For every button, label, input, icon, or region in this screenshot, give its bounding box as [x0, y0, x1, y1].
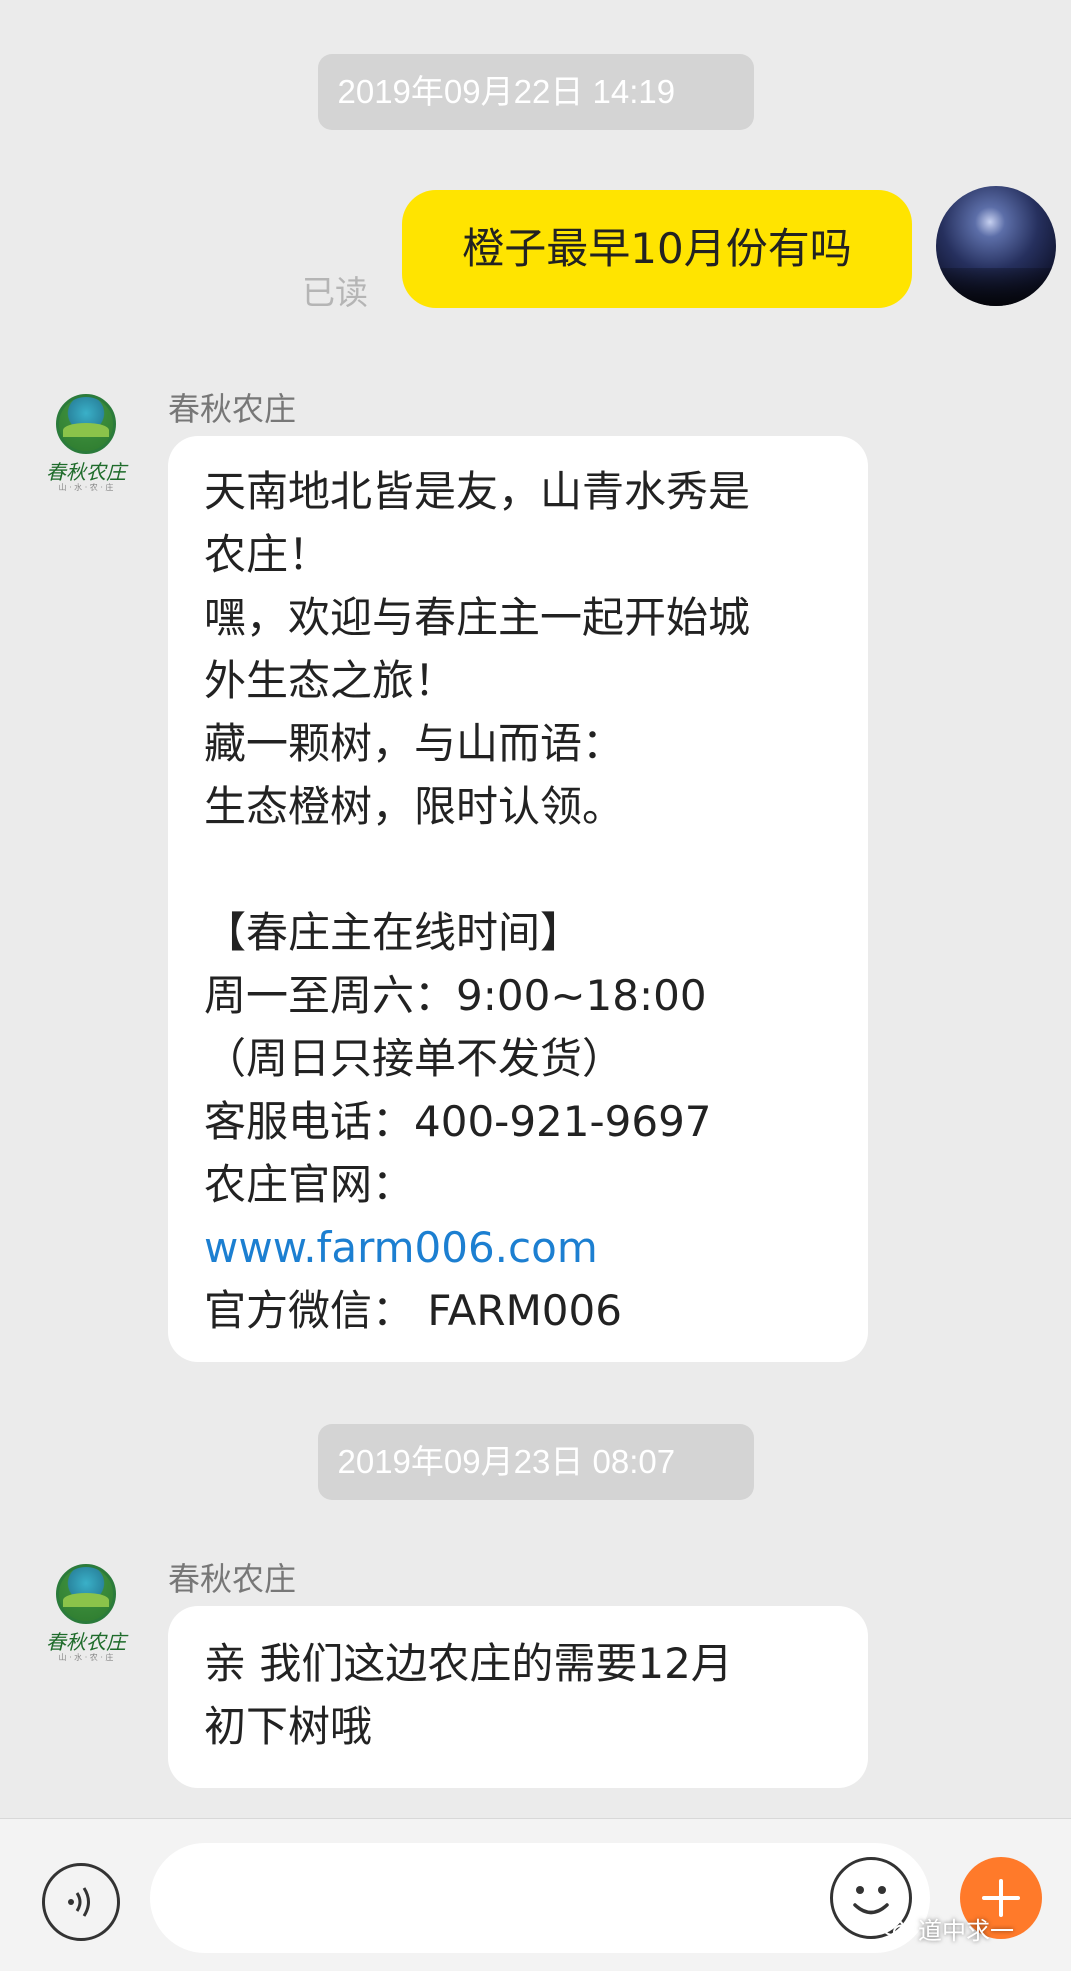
message-line: 初下树哦: [204, 1702, 373, 1751]
timestamp: 2019年09月23日 08:07: [317, 1424, 754, 1500]
incoming-message-bubble[interactable]: 亲 我们这边农庄的需要12月 初下树哦: [168, 1606, 868, 1788]
input-bar: 道中求一: [0, 1818, 1071, 1971]
watermark-text: 道中求一: [918, 1917, 1014, 1945]
message-line: 农庄官网：: [204, 1160, 415, 1209]
message-input[interactable]: [150, 1843, 930, 1953]
logo-subtext: 山 · 水 · 农 · 庄: [58, 483, 114, 492]
message-line: 官方微信： FARM006: [204, 1286, 622, 1335]
farm-logo-icon: [56, 394, 116, 454]
message-line: 亲 我们这边农庄的需要12月: [204, 1639, 733, 1688]
message-line: 客服电话：400-921-9697: [204, 1097, 712, 1146]
message-line: 嘿，欢迎与春庄主一起开始城: [204, 593, 751, 642]
voice-button[interactable]: [42, 1863, 120, 1941]
timestamp: 2019年09月22日 14:19: [317, 54, 754, 130]
read-receipt: 已读: [302, 273, 368, 312]
message-line: 天南地北皆是友，山青水秀是: [204, 467, 751, 516]
outgoing-message-row: 已读 橙子最早10月份有吗: [0, 186, 1071, 316]
message-line: 【春庄主在线时间】: [204, 908, 583, 957]
chat-area[interactable]: 2019年09月22日 14:19 已读 橙子最早10月份有吗 春秋农庄 山 ·…: [0, 0, 1071, 1818]
outgoing-message-bubble[interactable]: 橙子最早10月份有吗: [402, 190, 912, 308]
message-line: 生态橙树，限时认领。: [204, 782, 625, 831]
logo-subtext: 山 · 水 · 农 · 庄: [58, 1653, 114, 1662]
message-line: 农庄！: [204, 530, 331, 579]
message-line: 外生态之旅！: [204, 656, 457, 705]
watermark: 道中求一: [882, 1911, 1014, 1946]
sender-name: 春秋农庄: [168, 390, 297, 428]
message-line: （周日只接单不发货）: [204, 1034, 625, 1083]
farm-logo-icon: [56, 1564, 116, 1624]
sender-name: 春秋农庄: [168, 1560, 297, 1598]
incoming-message-bubble[interactable]: 天南地北皆是友，山青水秀是 农庄！ 嘿，欢迎与春庄主一起开始城 外生态之旅！ 藏…: [168, 436, 868, 1362]
farm-logo-avatar[interactable]: 春秋农庄 山 · 水 · 农 · 庄: [36, 394, 136, 494]
message-line: 周一至周六：9:00~18:00: [204, 971, 707, 1020]
farm-logo-avatar[interactable]: 春秋农庄 山 · 水 · 农 · 庄: [36, 1564, 136, 1664]
voice-icon: [68, 1887, 90, 1917]
website-link[interactable]: www.farm006.com: [204, 1216, 832, 1279]
message-line: 藏一颗树，与山而语：: [204, 719, 625, 768]
self-avatar[interactable]: [936, 186, 1056, 306]
logo-text: 春秋农庄: [46, 460, 126, 484]
logo-text: 春秋农庄: [46, 1630, 126, 1654]
wechat-icon: [882, 1917, 911, 1939]
